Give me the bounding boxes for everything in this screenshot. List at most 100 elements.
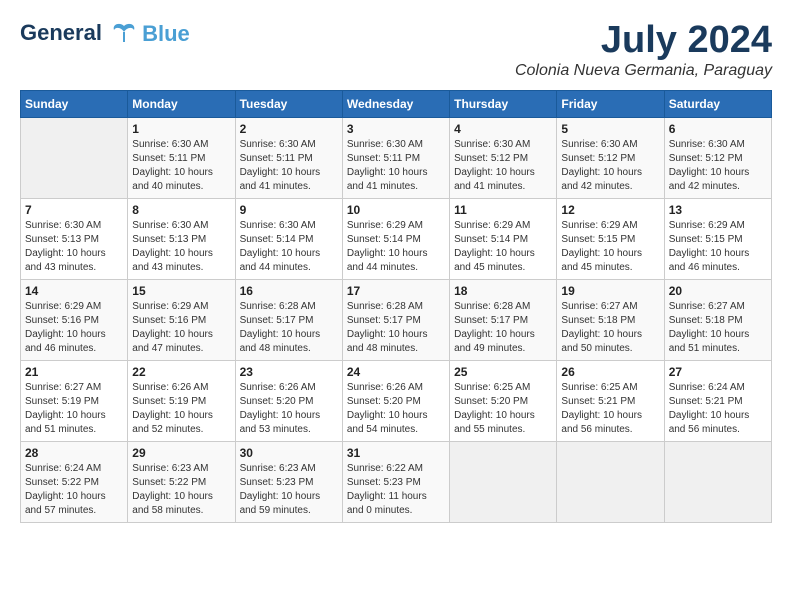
sunset-text: Sunset: 5:17 PM [240, 314, 338, 328]
daylight-text: Daylight: 10 hours and 40 minutes. [132, 166, 230, 194]
calendar-cell: 1 Sunrise: 6:30 AMSunset: 5:11 PMDaylight… [128, 117, 235, 198]
daylight-text: Daylight: 10 hours and 58 minutes. [132, 490, 230, 518]
calendar-cell: 24Sunrise: 6:26 AMSunset: 5:20 PMDayligh… [342, 360, 449, 441]
day-number: 28 [25, 446, 123, 460]
day-info: Sunrise: 6:29 AMSunset: 5:15 PMDaylight:… [669, 219, 767, 275]
sunset-text: Sunset: 5:11 PM [132, 152, 230, 166]
calendar-cell: 15Sunrise: 6:29 AMSunset: 5:16 PMDayligh… [128, 279, 235, 360]
sunset-text: Sunset: 5:18 PM [561, 314, 659, 328]
sunrise-text: Sunrise: 6:29 AM [454, 219, 552, 233]
daylight-text: Daylight: 10 hours and 56 minutes. [561, 409, 659, 437]
calendar-cell: 6Sunrise: 6:30 AMSunset: 5:12 PMDaylight… [664, 117, 771, 198]
daylight-text: Daylight: 10 hours and 45 minutes. [454, 247, 552, 275]
sunset-text: Sunset: 5:23 PM [240, 476, 338, 490]
logo-bird-icon [110, 20, 138, 48]
day-info: Sunrise: 6:24 AMSunset: 5:21 PMDaylight:… [669, 381, 767, 437]
day-info: Sunrise: 6:26 AMSunset: 5:19 PMDaylight:… [132, 381, 230, 437]
sunrise-text: Sunrise: 6:30 AM [561, 138, 659, 152]
daylight-text: Daylight: 10 hours and 54 minutes. [347, 409, 445, 437]
day-number: 2 [240, 122, 338, 136]
daylight-text: Daylight: 10 hours and 49 minutes. [454, 328, 552, 356]
calendar-cell [664, 441, 771, 522]
daylight-text: Daylight: 10 hours and 48 minutes. [347, 328, 445, 356]
calendar-cell: 21Sunrise: 6:27 AMSunset: 5:19 PMDayligh… [21, 360, 128, 441]
sunset-text: Sunset: 5:20 PM [454, 395, 552, 409]
sunrise-text: Sunrise: 6:29 AM [669, 219, 767, 233]
sunset-text: Sunset: 5:16 PM [25, 314, 123, 328]
day-info: Sunrise: 6:23 AMSunset: 5:23 PMDaylight:… [240, 462, 338, 518]
daylight-text: Daylight: 10 hours and 41 minutes. [240, 166, 338, 194]
calendar-cell [21, 117, 128, 198]
calendar-cell: 5Sunrise: 6:30 AMSunset: 5:12 PMDaylight… [557, 117, 664, 198]
day-number: 4 [454, 122, 552, 136]
daylight-text: Daylight: 10 hours and 52 minutes. [132, 409, 230, 437]
sunset-text: Sunset: 5:13 PM [25, 233, 123, 247]
sunset-text: Sunset: 5:21 PM [561, 395, 659, 409]
sunset-text: Sunset: 5:13 PM [132, 233, 230, 247]
month-title: July 2024 [515, 20, 772, 62]
sunrise-text: Sunrise: 6:25 AM [454, 381, 552, 395]
calendar-cell: 29Sunrise: 6:23 AMSunset: 5:22 PMDayligh… [128, 441, 235, 522]
day-number: 26 [561, 365, 659, 379]
calendar-cell: 20Sunrise: 6:27 AMSunset: 5:18 PMDayligh… [664, 279, 771, 360]
calendar-cell: 19Sunrise: 6:27 AMSunset: 5:18 PMDayligh… [557, 279, 664, 360]
title-block: July 2024 Colonia Nueva Germania, Paragu… [515, 20, 772, 80]
sunset-text: Sunset: 5:17 PM [347, 314, 445, 328]
day-info: Sunrise: 6:30 AMSunset: 5:11 PMDaylight:… [240, 138, 338, 194]
day-info: Sunrise: 6:30 AMSunset: 5:13 PMDaylight:… [132, 219, 230, 275]
calendar-week-row: 21Sunrise: 6:27 AMSunset: 5:19 PMDayligh… [21, 360, 772, 441]
sunrise-text: Sunrise: 6:23 AM [132, 462, 230, 476]
calendar-cell: 9Sunrise: 6:30 AMSunset: 5:14 PMDaylight… [235, 198, 342, 279]
day-info: Sunrise: 6:27 AMSunset: 5:18 PMDaylight:… [561, 300, 659, 356]
day-number: 16 [240, 284, 338, 298]
sunrise-text: Sunrise: 6:27 AM [25, 381, 123, 395]
calendar-cell: 23Sunrise: 6:26 AMSunset: 5:20 PMDayligh… [235, 360, 342, 441]
sunrise-text: Sunrise: 6:29 AM [25, 300, 123, 314]
col-wednesday: Wednesday [342, 90, 449, 117]
sunrise-text: Sunrise: 6:30 AM [347, 138, 445, 152]
sunrise-text: Sunrise: 6:30 AM [132, 138, 230, 152]
calendar-week-row: 28Sunrise: 6:24 AMSunset: 5:22 PMDayligh… [21, 441, 772, 522]
daylight-text: Daylight: 10 hours and 56 minutes. [669, 409, 767, 437]
day-info: Sunrise: 6:29 AMSunset: 5:14 PMDaylight:… [347, 219, 445, 275]
sunset-text: Sunset: 5:18 PM [669, 314, 767, 328]
calendar-cell: 3Sunrise: 6:30 AMSunset: 5:11 PMDaylight… [342, 117, 449, 198]
sunset-text: Sunset: 5:15 PM [561, 233, 659, 247]
calendar-cell: 2 Sunrise: 6:30 AMSunset: 5:11 PMDaylight… [235, 117, 342, 198]
day-number: 15 [132, 284, 230, 298]
day-info: Sunrise: 6:26 AMSunset: 5:20 PMDaylight:… [240, 381, 338, 437]
daylight-text: Daylight: 10 hours and 46 minutes. [669, 247, 767, 275]
day-info: Sunrise: 6:25 AMSunset: 5:20 PMDaylight:… [454, 381, 552, 437]
sunset-text: Sunset: 5:12 PM [454, 152, 552, 166]
sunrise-text: Sunrise: 6:30 AM [454, 138, 552, 152]
calendar-cell: 7Sunrise: 6:30 AMSunset: 5:13 PMDaylight… [21, 198, 128, 279]
day-number: 1 [132, 122, 230, 136]
sunrise-text: Sunrise: 6:27 AM [561, 300, 659, 314]
day-number: 20 [669, 284, 767, 298]
day-number: 22 [132, 365, 230, 379]
col-sunday: Sunday [21, 90, 128, 117]
sunset-text: Sunset: 5:20 PM [240, 395, 338, 409]
col-monday: Monday [128, 90, 235, 117]
sunrise-text: Sunrise: 6:27 AM [669, 300, 767, 314]
sunset-text: Sunset: 5:14 PM [454, 233, 552, 247]
sunset-text: Sunset: 5:22 PM [25, 476, 123, 490]
sunset-text: Sunset: 5:19 PM [132, 395, 230, 409]
sunrise-text: Sunrise: 6:29 AM [347, 219, 445, 233]
sunset-text: Sunset: 5:20 PM [347, 395, 445, 409]
calendar-cell: 28Sunrise: 6:24 AMSunset: 5:22 PMDayligh… [21, 441, 128, 522]
day-number: 27 [669, 365, 767, 379]
day-number: 8 [132, 203, 230, 217]
day-info: Sunrise: 6:29 AMSunset: 5:14 PMDaylight:… [454, 219, 552, 275]
calendar-cell: 11Sunrise: 6:29 AMSunset: 5:14 PMDayligh… [450, 198, 557, 279]
day-number: 10 [347, 203, 445, 217]
day-number: 18 [454, 284, 552, 298]
day-number: 13 [669, 203, 767, 217]
sunset-text: Sunset: 5:21 PM [669, 395, 767, 409]
day-number: 9 [240, 203, 338, 217]
day-info: Sunrise: 6:26 AMSunset: 5:20 PMDaylight:… [347, 381, 445, 437]
sunrise-text: Sunrise: 6:26 AM [240, 381, 338, 395]
day-number: 5 [561, 122, 659, 136]
sunset-text: Sunset: 5:15 PM [669, 233, 767, 247]
day-info: Sunrise: 6:28 AMSunset: 5:17 PMDaylight:… [454, 300, 552, 356]
